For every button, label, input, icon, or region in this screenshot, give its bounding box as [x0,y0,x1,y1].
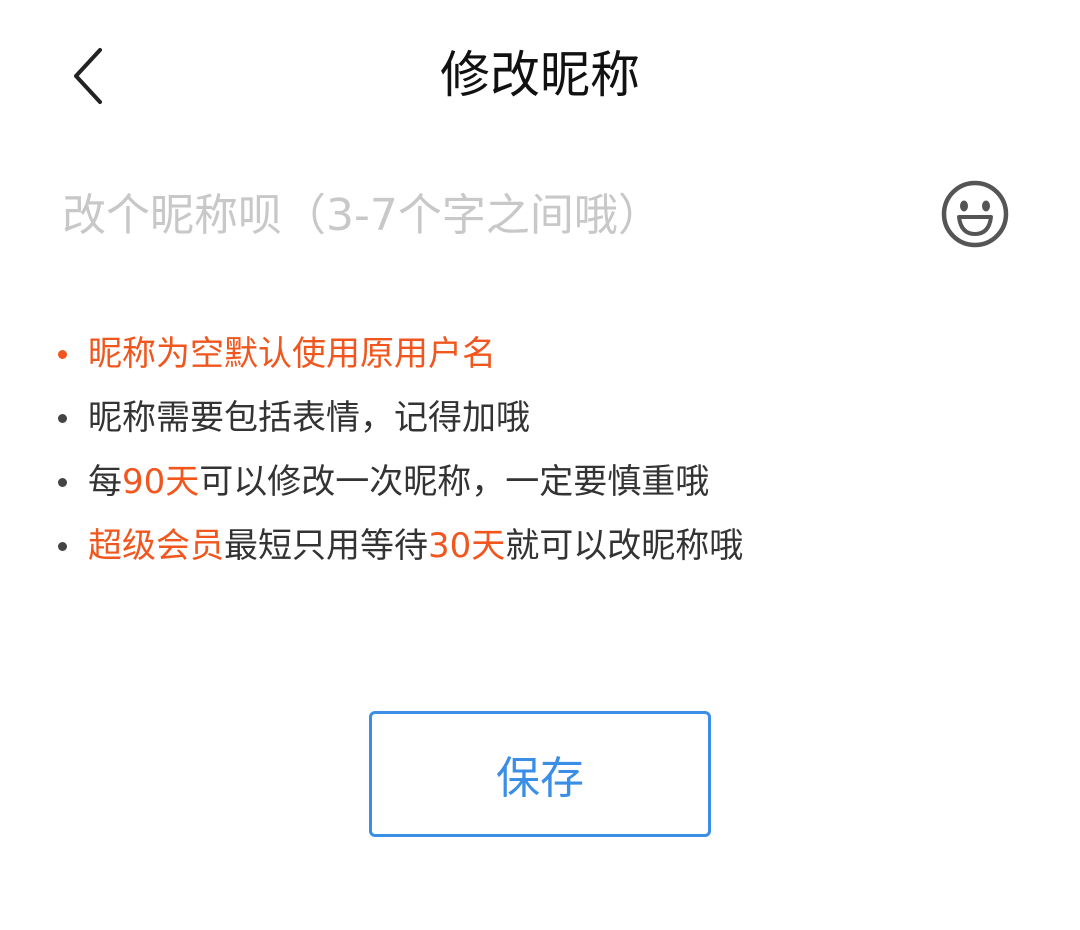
tip-empty-default: 昵称为空默认使用原用户名 [58,322,743,386]
tip-suffix: 可以修改一次昵称，一定要慎重哦 [199,462,710,502]
smiley-face-icon [941,180,1009,248]
bullet-dot [58,477,67,487]
nickname-input[interactable] [62,180,922,250]
page-title: 修改昵称 [440,46,640,104]
tip-prefix: 每 [88,462,122,502]
tip-suffix: 就可以改昵称哦 [505,526,744,566]
tip-emoji-required: 昵称需要包括表情，记得加哦 [58,386,743,450]
tip-vip-label: 超级会员 [88,526,224,566]
tip-vip-interval: 超级会员 最短只用等待 30天 就可以改昵称哦 [58,514,743,578]
tip-text: 昵称需要包括表情，记得加哦 [88,398,530,438]
tip-days: 90天 [122,462,200,502]
bullet-dot [58,541,67,551]
tip-text: 昵称为空默认使用原用户名 [88,334,496,374]
tip-middle: 最短只用等待 [224,526,428,566]
tip-days: 30天 [428,526,506,566]
tip-change-interval: 每 90天 可以修改一次昵称，一定要慎重哦 [58,450,743,514]
tips-list: 昵称为空默认使用原用户名 昵称需要包括表情，记得加哦 每 90天 可以修改一次昵称，… [58,322,743,578]
emoji-button[interactable] [938,177,1012,251]
bullet-dot [58,413,67,423]
save-button[interactable]: 保存 [369,711,711,837]
bullet-dot [58,349,67,359]
